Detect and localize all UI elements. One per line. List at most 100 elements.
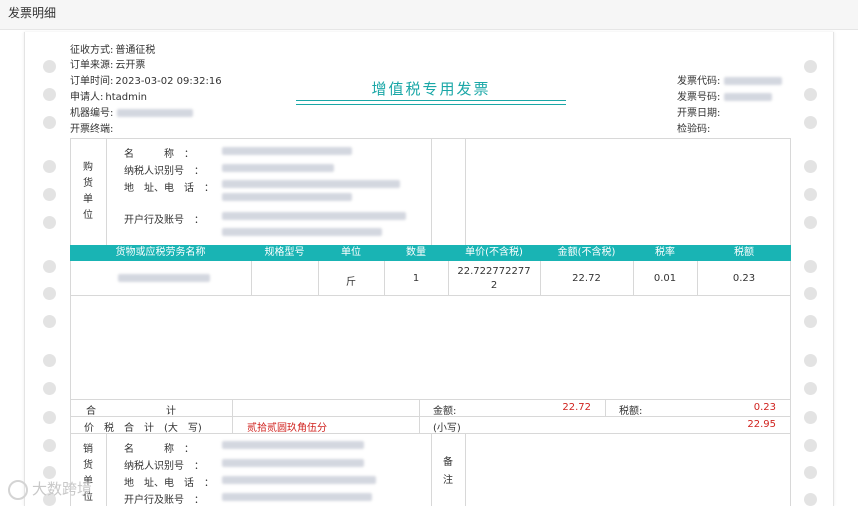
row-tax-amount: 0.23	[732, 273, 756, 284]
machine-number: 机器编号:	[70, 104, 194, 119]
row-divider	[70, 295, 791, 296]
invoice-code: 发票代码:	[677, 72, 783, 87]
row-unit-price-line: 22.722772277	[457, 266, 531, 277]
feed-hole-left	[43, 382, 56, 395]
watermark-logo-icon	[8, 479, 28, 500]
feed-hole-right	[804, 216, 817, 229]
feed-hole-left	[43, 88, 56, 101]
invoice-number: 发票号码:	[677, 88, 773, 103]
machine-number-label: 机器编号:	[70, 108, 114, 119]
redacted-value	[724, 93, 773, 101]
redacted-value	[222, 193, 352, 201]
buyer-side-char: 单	[83, 194, 93, 205]
divider	[106, 433, 107, 506]
order-source-label: 订单来源:	[70, 60, 114, 71]
buyer-side-char: 位	[83, 210, 93, 221]
redacted-value	[222, 441, 364, 449]
order-source: 订单来源: 云开票	[70, 56, 145, 71]
check-code-label: 检验码:	[677, 124, 711, 135]
feed-hole-right	[804, 287, 817, 300]
item-table-header: 货物或应税劳务名称 规格型号 单位 数量 单价(不含税) 金额(不含税) 税率 …	[70, 245, 791, 261]
title-underline	[296, 104, 566, 105]
feed-hole-left	[43, 216, 56, 229]
divider	[419, 399, 420, 433]
divider	[465, 433, 466, 506]
invoice-number-label: 发票号码:	[677, 92, 721, 103]
feed-hole-right	[804, 188, 817, 201]
window-title: 发票明细	[8, 6, 57, 20]
remark-char: 备	[443, 457, 453, 468]
remark-char: 注	[443, 475, 453, 486]
row-unit: 斤	[346, 277, 356, 288]
feed-hole-right	[804, 493, 817, 506]
row-divider	[70, 416, 791, 417]
feed-hole-left	[43, 354, 56, 367]
feed-hole-right	[804, 116, 817, 129]
feed-hole-left	[43, 315, 56, 328]
feed-hole-right	[804, 88, 817, 101]
feed-hole-left	[43, 116, 56, 129]
buyer-side-char: 货	[83, 178, 93, 189]
grand-total-value: 22.95	[747, 419, 776, 430]
invoice-code-label: 发票代码:	[677, 76, 721, 87]
redacted-value	[222, 228, 382, 236]
collection-method: 征收方式: 普通征税	[70, 41, 155, 56]
feed-hole-left	[43, 260, 56, 273]
divider	[232, 399, 233, 433]
redacted-value	[222, 459, 364, 467]
invoice-date: 开票日期:	[677, 104, 720, 119]
seller-tax-id-label: 纳税人识别号 ：	[124, 461, 204, 472]
remark-label: 备 注	[442, 454, 454, 490]
seller-bank-label: 开户行及账号 ：	[124, 495, 204, 506]
watermark-text: 大数跨境	[32, 480, 93, 498]
col-amount: 金额(不含税)	[557, 247, 616, 258]
col-tax-rate: 税率	[655, 247, 675, 258]
divider	[465, 138, 466, 245]
redacted-value	[222, 180, 400, 188]
redacted-value	[724, 77, 783, 85]
seller-name-label: 名 称 ：	[124, 444, 194, 455]
order-source-value: 云开票	[115, 60, 146, 71]
col-spec: 规格型号	[264, 247, 305, 258]
order-time: 订单时间: 2023-03-02 09:32:16	[70, 72, 222, 87]
row-divider	[70, 399, 791, 400]
row-tax-rate: 0.01	[653, 273, 677, 284]
redacted-value	[118, 274, 210, 282]
row-quantity: 1	[412, 273, 420, 284]
collection-method-value: 普通征税	[115, 45, 156, 56]
grand-total-words: 贰拾贰圆玖角伍分	[247, 423, 327, 434]
col-unit-price: 单价(不含税)	[465, 247, 523, 258]
order-time-value: 2023-03-02 09:32:16	[115, 76, 222, 87]
feed-hole-left	[43, 188, 56, 201]
buyer-bank-label: 开户行及账号 ：	[124, 215, 204, 226]
buyer-address-label: 地 址、电 话 ：	[124, 183, 214, 194]
tax-value: 0.23	[753, 402, 776, 413]
divider	[251, 261, 252, 295]
divider	[431, 433, 432, 506]
feed-hole-right	[804, 466, 817, 479]
divider	[431, 138, 432, 245]
feed-hole-right	[804, 354, 817, 367]
grand-total-label: 价 税 合 计 (大 写)	[84, 423, 202, 434]
feed-hole-right	[804, 411, 817, 424]
feed-hole-left	[43, 439, 56, 452]
seller-address-label: 地 址、电 话 ：	[124, 478, 214, 489]
feed-hole-right	[804, 439, 817, 452]
redacted-value	[222, 493, 372, 501]
divider	[605, 399, 606, 416]
row-unit-price-line: 2	[490, 280, 498, 291]
watermark: 大数跨境	[8, 478, 92, 500]
collection-method-label: 征收方式:	[70, 45, 114, 56]
col-unit: 单位	[341, 247, 361, 258]
col-tax-amount: 税额	[734, 247, 754, 258]
feed-hole-left	[43, 160, 56, 173]
window-titlebar: 发票明细	[0, 0, 858, 30]
sum-label: 合 计	[86, 406, 176, 417]
seller-side-char: 货	[83, 460, 93, 471]
redacted-value	[222, 164, 334, 172]
amount-label: 金额:	[433, 406, 457, 417]
feed-hole-left	[43, 60, 56, 73]
feed-hole-right	[804, 160, 817, 173]
row-unit-price: 22.722772277 2	[448, 265, 540, 293]
title-underline	[296, 100, 566, 101]
